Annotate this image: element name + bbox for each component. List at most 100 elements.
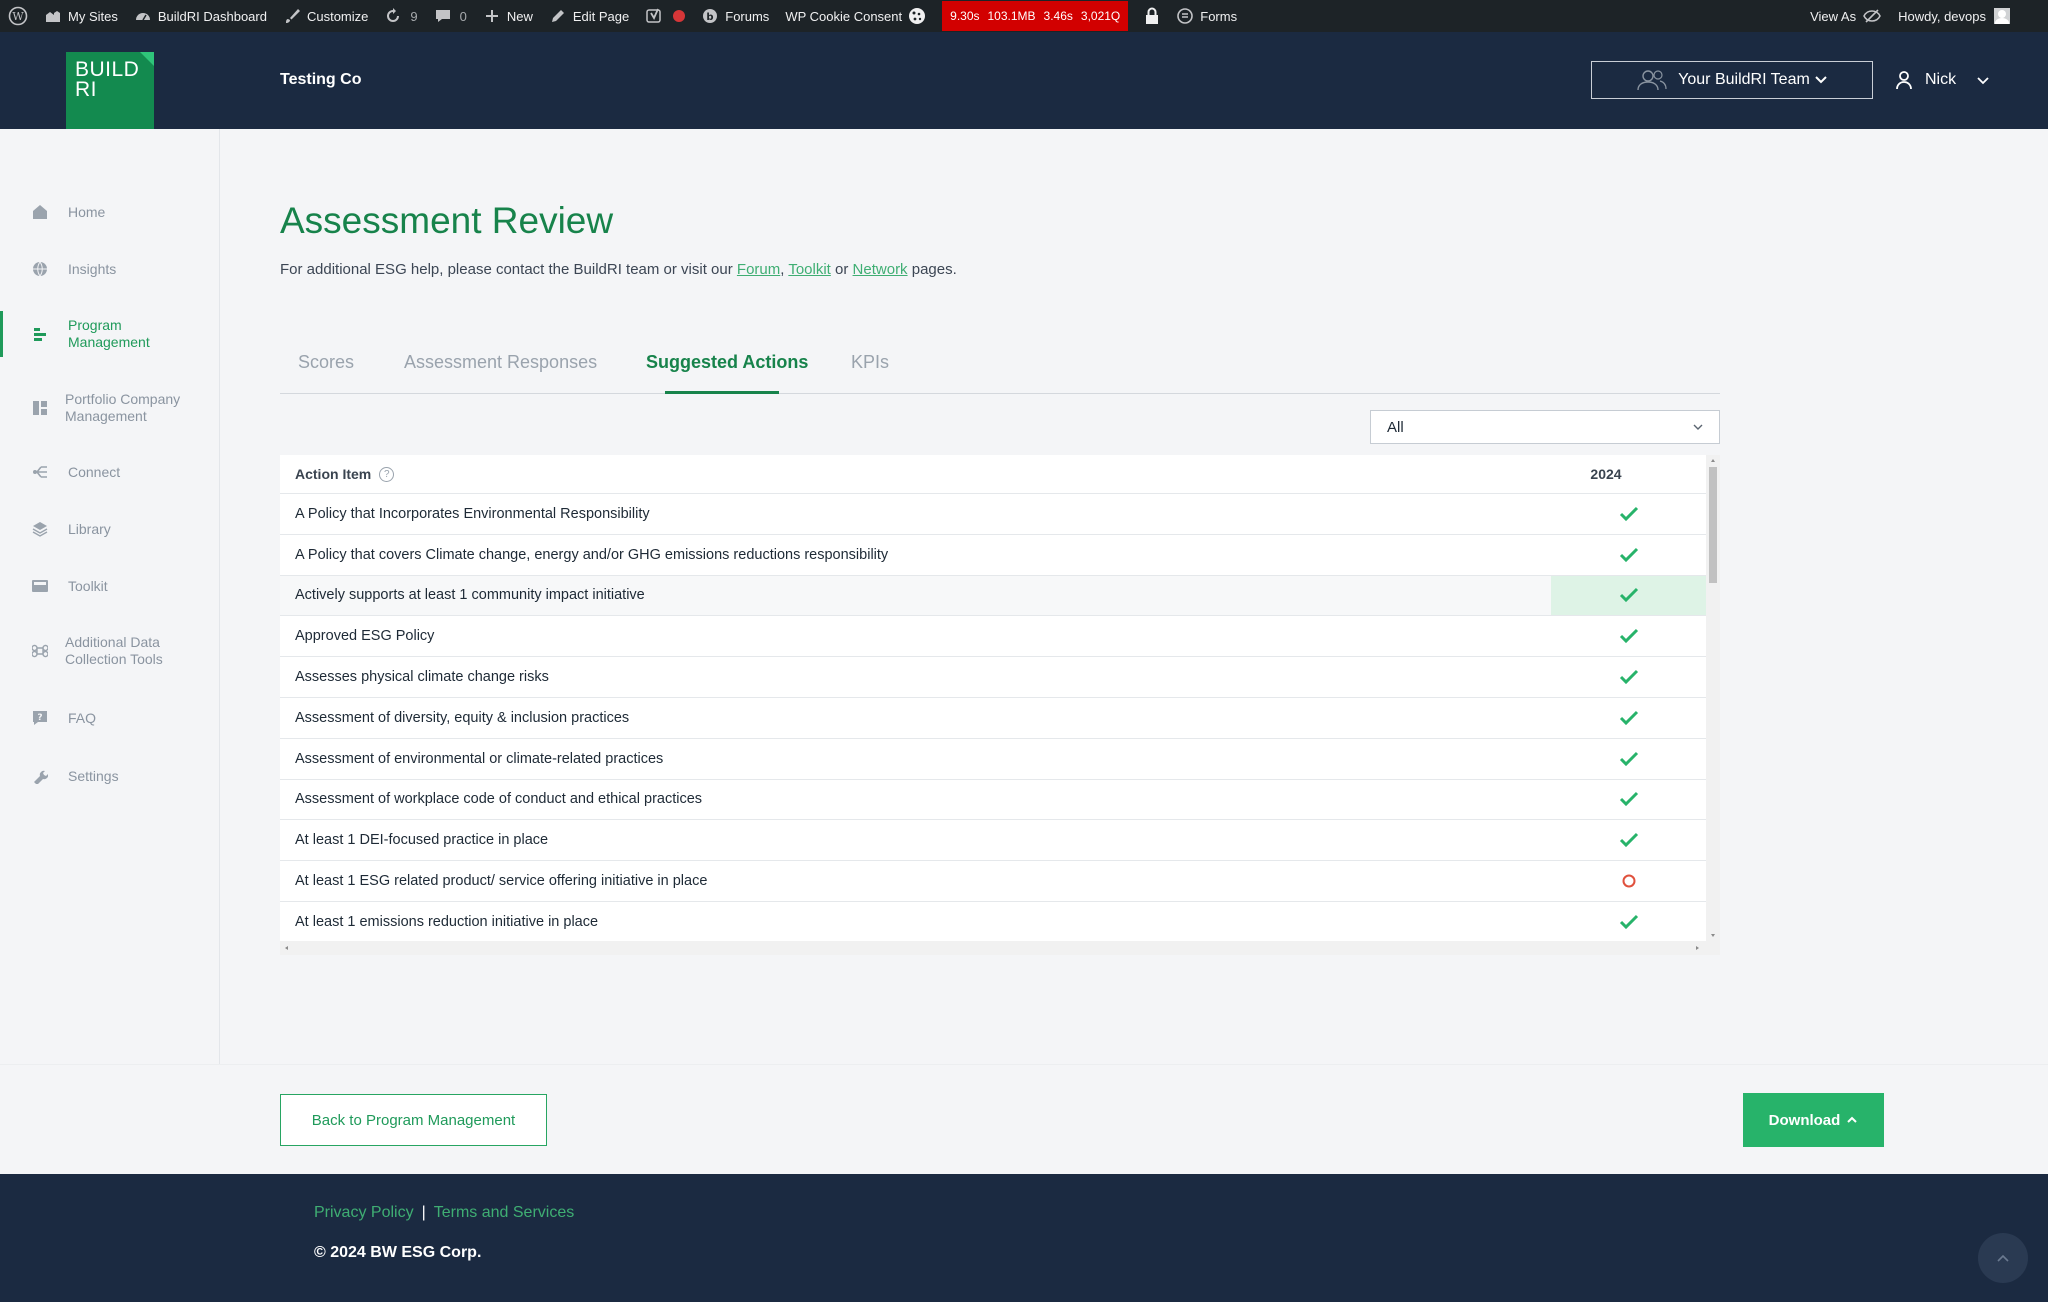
avatar [1994,8,2010,24]
connect-icon [30,462,50,482]
action-item-text: At least 1 DEI-focused practice in place [295,832,549,849]
chevron-up-icon [1847,1116,1858,1123]
customize-link[interactable]: Customize [275,0,376,32]
table-row: Assessment of environmental or climate-r… [280,739,1706,780]
comments-link[interactable]: 0 [426,0,475,32]
back-to-program-management-button[interactable]: Back to Program Management [280,1094,547,1146]
sites-icon [46,11,60,22]
updates-icon [387,8,400,22]
scroll-left-arrow-icon[interactable] [282,941,292,955]
help-or: or [830,261,853,278]
wordpress-logo-button[interactable]: W [0,0,36,32]
new-content-menu[interactable]: New [475,0,541,32]
copyright: © 2024 BW ESG Corp. [314,1244,482,1261]
tab-scores[interactable]: Scores [298,352,354,373]
sidebar-item-toolkit[interactable]: Toolkit [0,576,220,596]
dashboard-icon [135,13,150,21]
sidebar-item-faq[interactable]: ? FAQ [0,708,220,728]
chevron-up-icon [1997,1254,2009,1262]
edit-page-link[interactable]: Edit Page [541,0,637,32]
buildri-logo[interactable]: BUILD RI [66,52,154,139]
sidebar-item-label: Program Management [68,317,150,350]
forums-label: Forums [725,8,770,24]
cookie-consent-menu[interactable]: WP Cookie Consent [777,0,934,32]
download-button[interactable]: Download [1743,1093,1884,1147]
sidebar-item-library[interactable]: Library [0,519,220,539]
filter-select[interactable]: All [1370,410,1720,444]
download-label: Download [1768,1111,1841,1129]
sidebar-item-label: FAQ [68,709,97,726]
bbpress-icon: b [703,9,718,23]
circle-icon[interactable] [1551,861,1706,901]
sidebar-item-home[interactable]: Home [0,202,220,222]
check-icon[interactable] [1551,698,1706,738]
forums-menu[interactable]: b Forums [693,0,777,32]
comments-count: 0 [459,8,467,24]
action-item-text: Assessment of environmental or climate-r… [295,750,664,767]
forms-menu[interactable]: Forms [1168,0,1245,32]
site-footer: Privacy Policy | Terms and Services © 2024… [0,1174,2048,1302]
chevron-down-icon [1815,76,1827,84]
check-icon[interactable] [1551,494,1706,534]
faq-icon: ? [30,708,50,728]
check-icon[interactable] [1551,575,1706,616]
admin-bar: W My Sites BuildRI Dashboard Customize 9… [0,0,2048,32]
customize-label: Customize [306,8,369,24]
yoast-seo-menu[interactable] [637,0,693,32]
lock-button[interactable] [1136,0,1168,32]
sidebar-item-connect[interactable]: Connect [0,462,220,482]
check-icon[interactable] [1551,902,1706,942]
sidebar-item-label: Home [68,203,106,220]
check-icon[interactable] [1551,657,1706,697]
sidebar-item-settings[interactable]: Settings [0,766,220,786]
check-icon[interactable] [1551,616,1706,656]
network-link[interactable]: Network [853,261,908,278]
sidebar-item-program-management[interactable]: Program Management [0,311,220,357]
my-sites-menu[interactable]: My Sites [36,0,126,32]
check-icon[interactable] [1551,739,1706,779]
back-to-top-button[interactable] [1978,1233,2028,1283]
plus-icon [485,10,498,22]
terms-link[interactable]: Terms and Services [434,1204,575,1221]
sidebar-item-additional-data-collection-tools[interactable]: Additional Data Collection Tools [0,634,220,668]
tab-assessment-responses[interactable]: Assessment Responses [404,352,597,373]
query-monitor-menu[interactable]: 9.30s 103.1MB 3.46s 3,021Q [934,0,1136,32]
forum-link[interactable]: Forum [737,261,780,278]
check-icon[interactable] [1551,780,1706,820]
tab-suggested-actions[interactable]: Suggested Actions [646,352,808,373]
table-row: At least 1 DEI-focused practice in place [280,820,1706,862]
table-row: Actively supports at least 1 community i… [280,575,1706,617]
db-time: 3.46s [1043,9,1073,23]
scrollbar-thumb[interactable] [1709,467,1717,583]
user-menu[interactable]: Nick [1895,61,1990,99]
privacy-policy-link[interactable]: Privacy Policy [314,1204,414,1221]
year-header: 2024 [1590,466,1622,482]
vertical-scrollbar[interactable] [1706,455,1720,941]
team-dropdown-button[interactable]: Your BuildRI Team [1591,61,1873,99]
forms-icon [1177,8,1194,24]
pencil-icon [551,10,564,22]
scroll-up-arrow-icon[interactable] [1706,455,1720,465]
sidebar-item-label: Portfolio Company Management [65,391,181,424]
view-as-menu[interactable]: View As [1802,0,1890,32]
account-menu[interactable]: Howdy, devops [1890,0,2048,32]
seo-status-dot [673,10,686,22]
check-icon[interactable] [1551,535,1706,575]
tab-kpis[interactable]: KPIs [851,352,889,373]
dashboard-link[interactable]: BuildRI Dashboard [126,0,275,32]
logo-line-2: RI [75,78,97,101]
sidebar-item-insights[interactable]: Insights [0,259,220,279]
sidebar-item-portfolio-company-management[interactable]: Portfolio Company Management [0,391,220,425]
table-row: A Policy that Incorporates Environmental… [280,494,1706,535]
action-item-header: Action Item ? [280,466,395,482]
horizontal-scrollbar[interactable] [280,941,1720,955]
toolkit-icon [30,576,50,596]
toolkit-link[interactable]: Toolkit [788,261,831,278]
updates-link[interactable]: 9 [376,0,425,32]
help-circle-icon[interactable]: ? [379,466,395,482]
scroll-down-arrow-icon[interactable] [1706,931,1720,941]
review-tabs: Scores Assessment Responses Suggested Ac… [280,336,1720,394]
table-row: A Policy that covers Climate change, ene… [280,535,1706,576]
check-icon[interactable] [1551,820,1706,860]
scroll-right-arrow-icon[interactable] [1692,941,1702,955]
